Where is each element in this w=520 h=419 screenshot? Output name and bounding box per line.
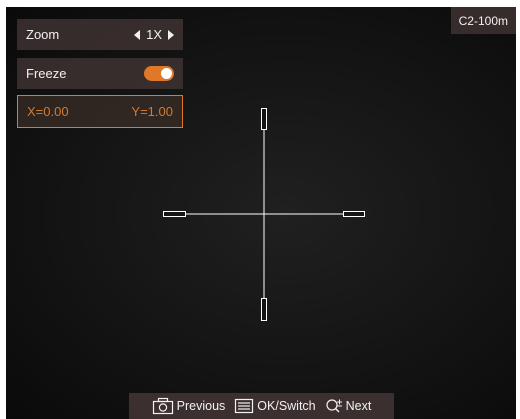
reticle-right-post xyxy=(343,211,365,217)
previous-hint: Previous xyxy=(176,399,226,413)
reticle-bottom-post xyxy=(261,298,267,321)
camera-icon xyxy=(152,397,173,415)
next-hint: Next xyxy=(345,399,372,413)
ok-switch-hint: OK/Switch xyxy=(257,399,316,413)
reticle-left-post xyxy=(163,211,186,217)
reticle-top-post xyxy=(261,108,267,130)
thermal-view: Zoom 1X Freeze X=0.00 Y=1.00 C2-100m Pre… xyxy=(6,7,516,419)
button-hint-bar: Previous OK/Switch Next xyxy=(129,393,394,419)
crosshair-reticle xyxy=(163,108,365,321)
menu-icon xyxy=(235,398,254,414)
zoom-plus-minus-icon xyxy=(326,398,342,412)
